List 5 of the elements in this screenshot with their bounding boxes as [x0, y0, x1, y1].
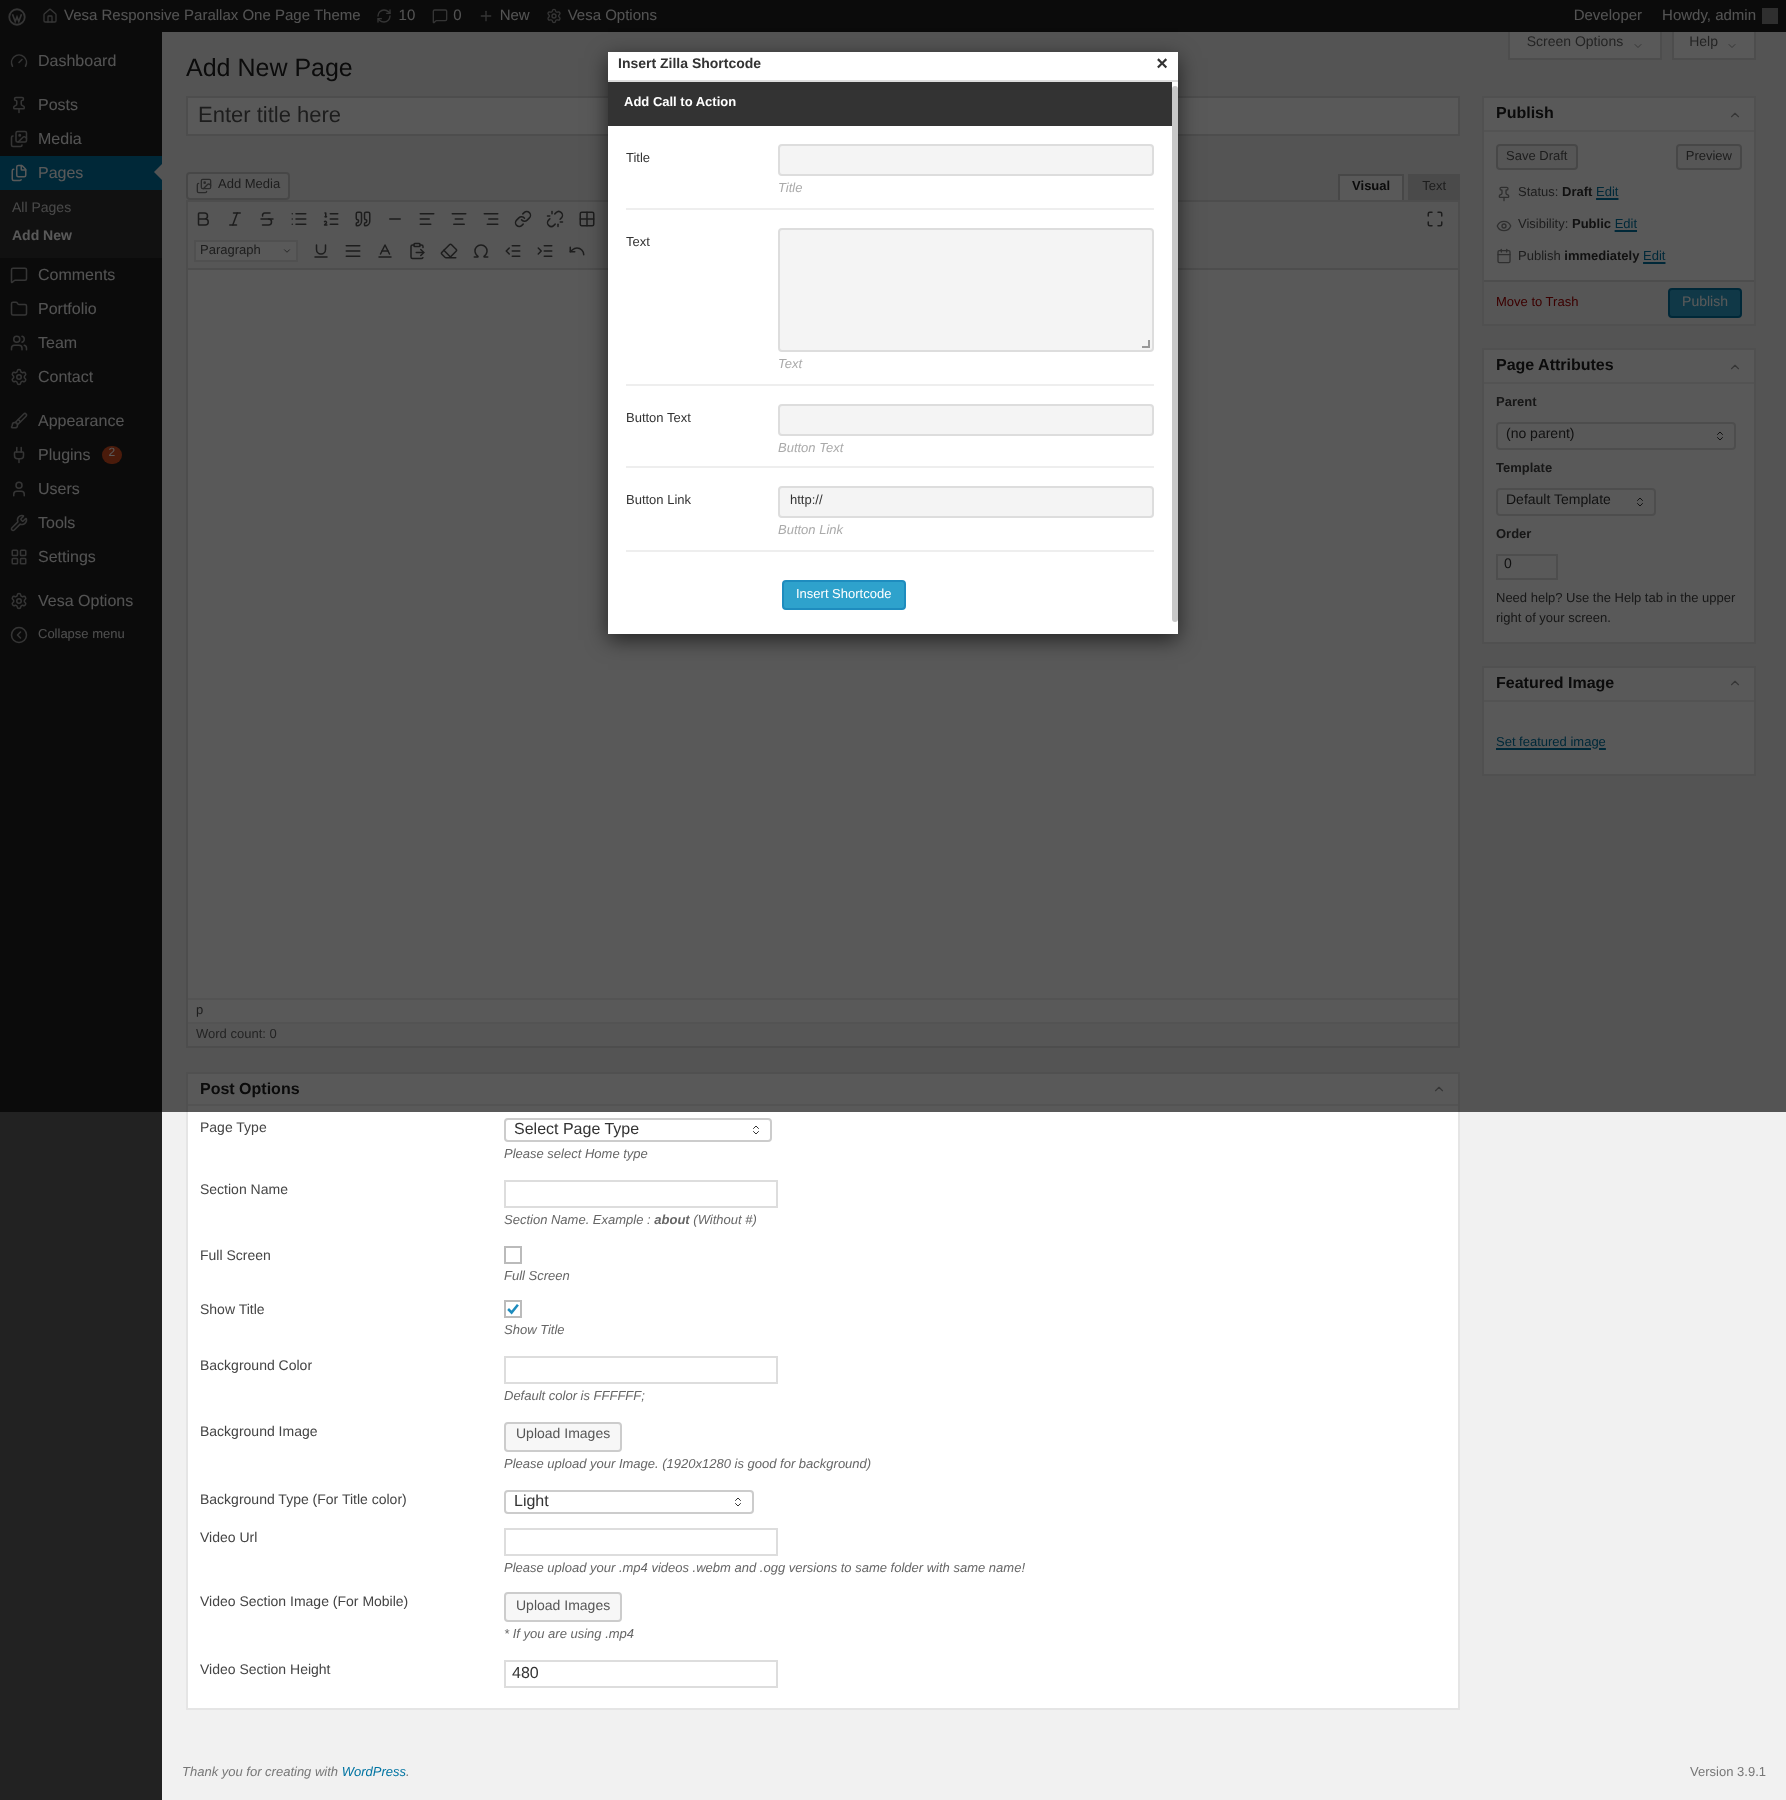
box-title: Post Options	[200, 1077, 300, 1101]
box-title: Page Attributes	[1496, 354, 1614, 379]
box-title: Publish	[1496, 102, 1554, 126]
box-title: Featured Image	[1496, 671, 1615, 695]
page-title: Add New Page	[186, 52, 353, 86]
